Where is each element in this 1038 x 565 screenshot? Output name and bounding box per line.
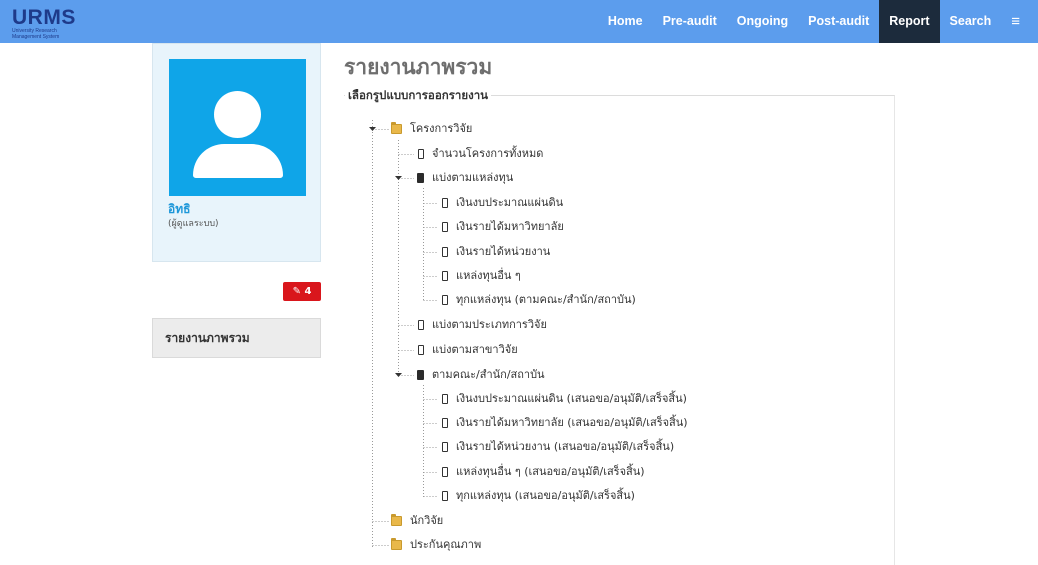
file-icon — [442, 418, 448, 428]
tree-node-label: เงินงบประมาณแผ่นดิน — [456, 196, 564, 209]
file-icon — [418, 320, 424, 330]
nav-search[interactable]: Search — [940, 0, 1002, 43]
tree-node-all-sources-by-faculty[interactable]: ทุกแหล่งทุน (ตามคณะ/สำนัก/สถาบัน) — [442, 290, 636, 310]
tree-node-label: แบ่งตามสาขาวิจัย — [432, 343, 518, 356]
tree-node-research-projects[interactable]: โครงการวิจัย — [391, 119, 472, 139]
nav-home[interactable]: Home — [598, 0, 653, 43]
file-icon — [442, 271, 448, 281]
folder-icon — [391, 122, 402, 134]
logo-text: URMS — [12, 6, 76, 29]
file-icon — [418, 149, 424, 159]
tree-node-label: แบ่งตามแหล่งทุน — [432, 171, 514, 184]
file-icon — [442, 198, 448, 208]
notification-badge[interactable]: ✎ 4 — [283, 282, 321, 301]
tree-node-label: โครงการวิจัย — [410, 122, 473, 135]
urms-logo[interactable]: URMS University Research Management Syst… — [12, 6, 82, 40]
nav-post-audit[interactable]: Post-audit — [798, 0, 879, 43]
tree-node-by-research-field[interactable]: แบ่งตามสาขาวิจัย — [418, 340, 518, 360]
tree-node-national-budget[interactable]: เงินงบประมาณแผ่นดิน — [442, 193, 563, 213]
nav-report[interactable]: Report — [879, 0, 940, 43]
file-icon — [442, 467, 448, 477]
file-icon — [442, 442, 448, 452]
tree-node-quality-assurance[interactable]: ประกันคุณภาพ — [391, 535, 481, 555]
tree-node-label: แบ่งตามประเภทการวิจัย — [432, 318, 547, 331]
tree-node-university-income-status[interactable]: เงินรายได้มหาวิทยาลัย (เสนอขอ/อนุมัติ/เส… — [442, 413, 688, 433]
file-icon — [442, 491, 448, 501]
main-nav: Home Pre-audit Ongoing Post-audit Report… — [598, 0, 1038, 43]
tree-node-agency-income-status[interactable]: เงินรายได้หน่วยงาน (เสนอขอ/อนุมัติ/เสร็จ… — [442, 437, 674, 457]
tree-node-university-income[interactable]: เงินรายได้มหาวิทยาลัย — [442, 217, 564, 237]
tree-node-label: ทุกแหล่งทุน (ตามคณะ/สำนัก/สถาบัน) — [456, 293, 636, 306]
tree-node-other-sources[interactable]: แหล่งทุนอื่น ๆ — [442, 266, 521, 286]
file-icon — [418, 345, 424, 355]
tree-node-label: ประกันคุณภาพ — [410, 538, 482, 551]
book-icon — [417, 173, 424, 183]
file-icon — [442, 295, 448, 305]
nav-pre-audit[interactable]: Pre-audit — [653, 0, 727, 43]
file-icon — [442, 222, 448, 232]
nav-ongoing[interactable]: Ongoing — [727, 0, 798, 43]
folder-icon — [391, 514, 402, 526]
user-role: (ผู้ดูแลระบบ) — [168, 219, 219, 229]
tree-node-total-projects[interactable]: จำนวนโครงการทั้งหมด — [418, 144, 543, 164]
hamburger-menu-icon[interactable]: ≡ — [1001, 0, 1038, 43]
tree-node-label: แหล่งทุนอื่น ๆ (เสนอขอ/อนุมัติ/เสร็จสิ้น… — [456, 465, 645, 478]
tree-node-label: เงินรายได้หน่วยงาน — [456, 245, 551, 258]
tree-node-label: จำนวนโครงการทั้งหมด — [432, 147, 544, 160]
tree-node-by-research-type[interactable]: แบ่งตามประเภทการวิจัย — [418, 315, 547, 335]
tree-node-national-budget-status[interactable]: เงินงบประมาณแผ่นดิน (เสนอขอ/อนุมัติ/เสร็… — [442, 389, 687, 409]
tree-node-label: นักวิจัย — [410, 514, 444, 527]
logo-subtext: University Research Management System — [12, 28, 60, 40]
tree-node-label: แหล่งทุนอื่น ๆ — [456, 269, 521, 282]
tree-node-label: เงินรายได้หน่วยงาน (เสนอขอ/อนุมัติ/เสร็จ… — [456, 440, 675, 453]
file-icon — [442, 247, 448, 257]
tree-node-agency-income[interactable]: เงินรายได้หน่วยงาน — [442, 242, 550, 262]
notification-count: 4 — [304, 286, 312, 297]
page-title: รายงานภาพรวม — [344, 55, 493, 79]
folder-icon — [391, 538, 402, 550]
tree-node-label: เงินงบประมาณแผ่นดิน (เสนอขอ/อนุมัติ/เสร็… — [456, 392, 687, 405]
avatar-head-icon — [214, 91, 261, 138]
tree-node-label: เงินรายได้มหาวิทยาลัย (เสนอขอ/อนุมัติ/เส… — [456, 416, 688, 429]
tree-node-other-sources-status[interactable]: แหล่งทุนอื่น ๆ (เสนอขอ/อนุมัติ/เสร็จสิ้น… — [442, 462, 645, 482]
top-navbar: URMS University Research Management Syst… — [0, 0, 1038, 43]
profile-card: อิทธิ (ผู้ดูแลระบบ) — [152, 43, 321, 262]
tree-node-all-sources-status[interactable]: ทุกแหล่งทุน (เสนอขอ/อนุมัติ/เสร็จสิ้น) — [442, 486, 635, 506]
tree-node-by-faculty[interactable]: ตามคณะ/สำนัก/สถาบัน — [417, 365, 545, 385]
tree-node-label: ตามคณะ/สำนัก/สถาบัน — [432, 368, 545, 381]
tree-node-researchers[interactable]: นักวิจัย — [391, 511, 443, 531]
file-icon — [442, 394, 448, 404]
fieldset-legend: เลือกรูปแบบการออกรายงาน — [345, 87, 492, 105]
megaphone-icon: ✎ — [292, 286, 301, 297]
tree-node-by-funding-source[interactable]: แบ่งตามแหล่งทุน — [417, 168, 513, 188]
avatar — [169, 59, 306, 196]
tree-node-label: เงินรายได้มหาวิทยาลัย — [456, 220, 564, 233]
avatar-body-icon — [193, 144, 283, 178]
tree-node-label: ทุกแหล่งทุน (เสนอขอ/อนุมัติ/เสร็จสิ้น) — [456, 489, 635, 502]
sidebar-item-overview-report[interactable]: รายงานภาพรวม — [152, 318, 321, 358]
book-icon — [417, 370, 424, 380]
